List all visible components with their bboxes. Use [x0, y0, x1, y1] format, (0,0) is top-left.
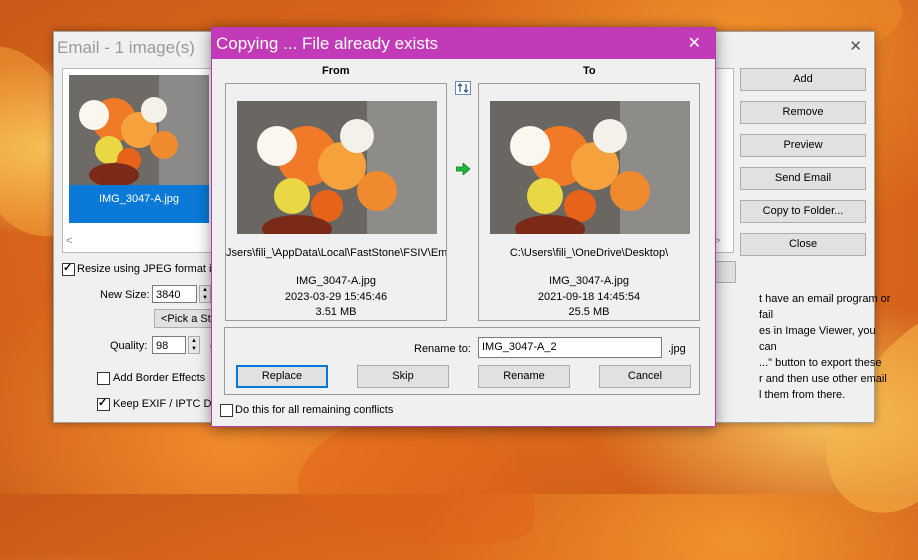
add-button[interactable]: Add — [740, 68, 866, 91]
email-window-title: Email - 1 image(s) — [57, 38, 195, 57]
do-all-checkbox[interactable] — [220, 404, 233, 417]
swap-icon[interactable] — [455, 81, 471, 95]
from-header: From — [322, 65, 350, 77]
to-size: 25.5 MB — [568, 306, 610, 318]
info-line: t have an email program or fail — [759, 293, 891, 321]
quality-label: Quality: — [110, 340, 148, 352]
close-button[interactable]: Close — [740, 233, 866, 256]
from-date: 2023-03-29 15:45:46 — [284, 291, 388, 303]
new-size-stepper[interactable]: ▲ ▼ — [199, 285, 211, 303]
border-effects-checkbox[interactable] — [97, 372, 110, 385]
to-header: To — [583, 65, 596, 77]
scroll-left-arrow-icon[interactable]: < — [66, 235, 72, 247]
keep-exif-label: Keep EXIF / IPTC Da — [113, 398, 218, 410]
border-effects-label: Add Border Effects — [113, 372, 206, 384]
quality-field[interactable]: 98 — [152, 336, 186, 354]
from-image — [237, 101, 437, 234]
file-exists-dialog: Copying ... File already exists ✕ From T… — [211, 27, 716, 427]
info-line: es in Image Viewer, you can — [759, 325, 876, 353]
from-size: 3.51 MB — [315, 306, 357, 318]
to-filename: IMG_3047-A.jpg — [548, 275, 630, 287]
image-list-panel-edge — [713, 68, 734, 253]
rename-input[interactable]: IMG_3047-A_2 — [478, 337, 662, 358]
info-text: t have an email program or fail es in Im… — [759, 291, 894, 403]
skip-button[interactable]: Skip — [357, 365, 449, 388]
info-line: r and then use other email — [759, 373, 887, 385]
info-line: l them from there. — [759, 389, 846, 401]
arrow-right-icon — [456, 163, 470, 175]
copy-to-folder-button[interactable]: Copy to Folder... — [740, 200, 866, 223]
flower-thumbnail-image — [69, 75, 209, 185]
email-close-icon[interactable]: ✕ — [849, 37, 862, 55]
image-list-item[interactable]: IMG_3047-A.jpg — [69, 75, 209, 223]
button-fragment — [714, 261, 736, 283]
preview-button[interactable]: Preview — [740, 134, 866, 157]
info-line: ..." button to export these — [759, 357, 882, 369]
cancel-button[interactable]: Cancel — [599, 365, 691, 388]
to-path: C:\Users\fili_\OneDrive\Desktop\ — [509, 247, 669, 259]
preset-dropdown[interactable]: <Pick a Sta — [154, 309, 216, 328]
image-list-panel[interactable]: IMG_3047-A.jpg — [62, 68, 214, 253]
new-size-label: New Size: — [100, 289, 150, 301]
replace-button[interactable]: Replace — [236, 365, 328, 388]
new-size-field[interactable]: 3840 — [152, 285, 197, 303]
quality-stepper[interactable]: ▲ ▼ — [188, 336, 200, 354]
rename-extension: .jpg — [668, 343, 686, 355]
resize-checkbox[interactable] — [62, 261, 75, 276]
dialog-title: Copying ... File already exists — [216, 34, 439, 53]
rename-label: Rename to: — [414, 343, 471, 355]
dialog-close-icon[interactable]: ✕ — [688, 33, 701, 53]
remove-button[interactable]: Remove — [740, 101, 866, 124]
to-image — [490, 101, 690, 234]
thumbnail-caption: IMG_3047-A.jpg — [98, 193, 180, 205]
from-filename: IMG_3047-A.jpg — [295, 275, 377, 287]
do-all-label: Do this for all remaining conflicts — [235, 404, 394, 416]
keep-exif-checkbox[interactable] — [97, 396, 110, 411]
resize-label: Resize using JPEG format if p — [77, 263, 224, 275]
from-path: Jsers\fili_\AppData\Local\FastStone\FSIV… — [226, 247, 446, 259]
from-card: Jsers\fili_\AppData\Local\FastStone\FSIV… — [225, 83, 447, 321]
to-date: 2021-09-18 14:45:54 — [537, 291, 641, 303]
dialog-title-bar[interactable]: Copying ... File already exists ✕ — [212, 28, 715, 59]
rename-button[interactable]: Rename — [478, 365, 570, 388]
send-email-button[interactable]: Send Email — [740, 167, 866, 190]
to-card: C:\Users\fili_\OneDrive\Desktop\ IMG_304… — [478, 83, 700, 321]
